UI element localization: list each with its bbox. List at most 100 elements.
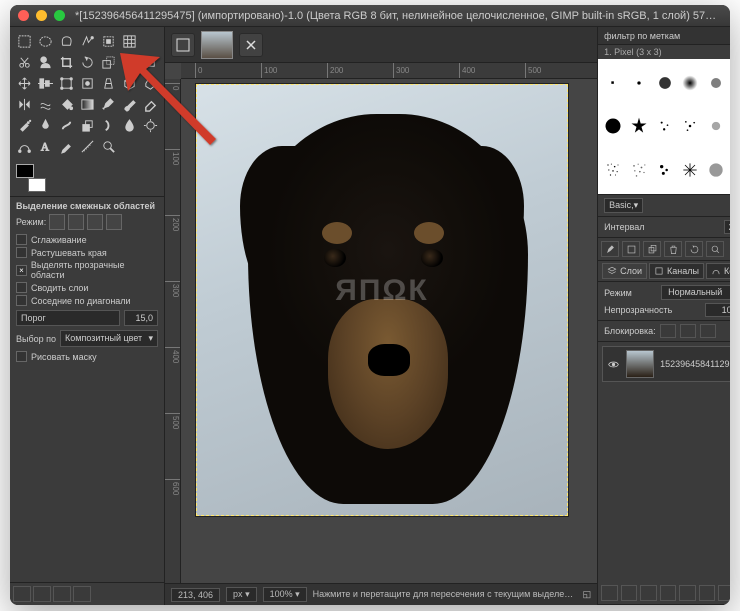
rotate-tool[interactable]	[77, 52, 97, 72]
close-icon[interactable]	[18, 10, 29, 21]
clone-tool[interactable]	[77, 115, 97, 135]
handle-transform-tool[interactable]	[77, 73, 97, 93]
bg-color-swatch[interactable]	[28, 178, 46, 192]
brush-item[interactable]	[602, 150, 625, 190]
paintbrush-tool[interactable]	[119, 94, 139, 114]
layer-opacity-value[interactable]: 100,0	[705, 303, 730, 317]
color-picker-tool[interactable]	[56, 136, 76, 156]
delete-preset-button[interactable]	[53, 586, 71, 602]
text-tool[interactable]: A	[35, 136, 55, 156]
mode-add[interactable]	[68, 214, 84, 230]
airbrush-tool[interactable]	[14, 115, 34, 135]
layer-mode-dropdown[interactable]: Нормальный▾	[661, 285, 730, 300]
layer-row[interactable]: 15239645841129	[602, 346, 730, 382]
warp-tool[interactable]	[35, 94, 55, 114]
brush-item[interactable]	[628, 63, 651, 103]
blur-tool[interactable]	[119, 115, 139, 135]
feather-checkbox[interactable]	[16, 247, 27, 258]
transparent-checkbox[interactable]: ×	[16, 265, 27, 276]
brush-item[interactable]	[628, 150, 651, 190]
antialias-checkbox[interactable]	[16, 234, 27, 245]
gradient-tool[interactable]	[77, 94, 97, 114]
brush-item[interactable]	[679, 150, 702, 190]
restore-preset-button[interactable]	[33, 586, 51, 602]
free-select-tool[interactable]	[56, 31, 76, 51]
edit-brush-button[interactable]	[601, 241, 619, 257]
diagonal-checkbox[interactable]	[16, 295, 27, 306]
ink-tool[interactable]	[35, 115, 55, 135]
bucket-tool[interactable]	[56, 94, 76, 114]
ruler-horizontal[interactable]: 0 100 200 300 400 500	[181, 63, 597, 79]
layer-name[interactable]: 15239645841129	[660, 359, 729, 369]
layer-thumb[interactable]	[626, 350, 654, 378]
nav-control-icon[interactable]: ◱	[583, 589, 592, 600]
titlebar[interactable]: *[152396456411295475] (импортировано)-1.…	[10, 5, 730, 27]
perspective-tool[interactable]	[98, 73, 118, 93]
tab-paths[interactable]: Контуры	[706, 263, 730, 279]
canvas-image[interactable]: ЯПΩК	[195, 83, 569, 517]
brush-item[interactable]	[602, 106, 625, 146]
mode-intersect[interactable]	[106, 214, 122, 230]
brush-item[interactable]	[679, 63, 702, 103]
raise-layer-button[interactable]	[640, 585, 657, 601]
reset-preset-button[interactable]	[73, 586, 91, 602]
brush-item[interactable]	[705, 106, 728, 146]
new-layer-button[interactable]	[601, 585, 618, 601]
fg-bg-colors[interactable]	[16, 164, 46, 192]
duplicate-layer-button[interactable]	[679, 585, 696, 601]
align-tool[interactable]	[35, 73, 55, 93]
crop-tool[interactable]	[56, 52, 76, 72]
scale-tool[interactable]	[98, 52, 118, 72]
save-preset-button[interactable]	[13, 586, 31, 602]
ruler-vertical[interactable]: 0 100 200 300 400 500 600	[165, 79, 181, 583]
grid-tool[interactable]	[119, 31, 139, 51]
brush-item[interactable]	[679, 106, 702, 146]
lock-position-button[interactable]	[680, 324, 696, 338]
refresh-brush-button[interactable]	[685, 241, 703, 257]
canvas[interactable]: ЯПΩК	[181, 79, 597, 583]
lock-alpha-button[interactable]	[700, 324, 716, 338]
tab-channels[interactable]: Каналы	[649, 263, 704, 279]
new-brush-button[interactable]	[622, 241, 640, 257]
tab-layers[interactable]: Слои	[602, 263, 647, 279]
pencil-tool[interactable]	[98, 94, 118, 114]
brush-zoom-button[interactable]	[706, 241, 724, 257]
flip-tool[interactable]	[14, 94, 34, 114]
scissors-tool[interactable]	[14, 52, 34, 72]
lower-layer-button[interactable]	[660, 585, 677, 601]
brush-item[interactable]	[653, 150, 676, 190]
threshold-value[interactable]: 15,0	[124, 310, 158, 326]
color-select-tool[interactable]	[98, 31, 118, 51]
close-image-button[interactable]	[239, 33, 263, 57]
move-tool[interactable]	[14, 73, 34, 93]
unified-transform-tool[interactable]	[56, 73, 76, 93]
status-units[interactable]: px ▾	[226, 587, 257, 602]
zoom-icon[interactable]	[54, 10, 65, 21]
merge-layer-button[interactable]	[699, 585, 716, 601]
threed-tool[interactable]	[119, 73, 139, 93]
heal-tool[interactable]	[140, 52, 160, 72]
mode-replace[interactable]	[49, 214, 65, 230]
fuzzy-select-tool[interactable]	[77, 31, 97, 51]
rect-select-tool[interactable]	[14, 31, 34, 51]
measure-tool[interactable]	[77, 136, 97, 156]
zoom-tool[interactable]	[98, 136, 118, 156]
lock-pixels-button[interactable]	[660, 324, 676, 338]
path-tool[interactable]	[14, 136, 34, 156]
dodge-tool[interactable]	[140, 115, 160, 135]
duplicate-brush-button[interactable]	[643, 241, 661, 257]
brush-item[interactable]	[653, 106, 676, 146]
brush-item[interactable]	[705, 63, 728, 103]
delete-brush-button[interactable]	[664, 241, 682, 257]
fg-color-swatch[interactable]	[16, 164, 34, 178]
shear-tool[interactable]	[119, 52, 139, 72]
image-tab-thumb[interactable]	[201, 31, 233, 59]
foreground-select-tool[interactable]	[35, 52, 55, 72]
brush-item[interactable]	[653, 63, 676, 103]
mypaint-tool[interactable]	[56, 115, 76, 135]
eraser-tool[interactable]	[140, 94, 160, 114]
status-zoom[interactable]: 100% ▾	[263, 587, 307, 602]
layer-group-button[interactable]	[621, 585, 638, 601]
brushes-grid[interactable]	[598, 59, 730, 195]
brush-item[interactable]	[602, 63, 625, 103]
